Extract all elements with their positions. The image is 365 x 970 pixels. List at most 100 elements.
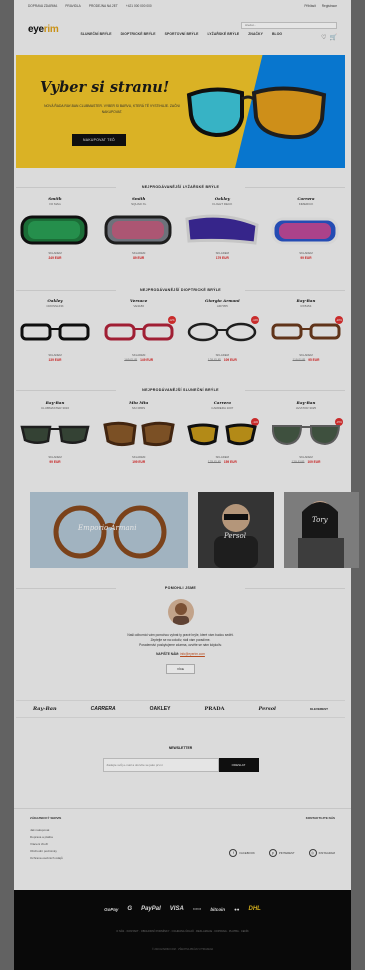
topbar-store[interactable]: PRODEJNA NA 2ET bbox=[89, 4, 118, 8]
product-model: AR7055 bbox=[216, 304, 228, 308]
newsletter-submit-button[interactable]: ODESLAT bbox=[218, 758, 259, 772]
product-model: VE3186 bbox=[133, 304, 144, 308]
newsletter-form: Zadejte svůj e-mail a dozvíte se jako pr… bbox=[16, 758, 345, 772]
banner-woman-image bbox=[298, 501, 344, 568]
footer-bottom-links[interactable]: O NÁS · KONTAKT · OBCHODNÍ PODMÍNKY · OC… bbox=[14, 930, 351, 933]
product-model: I/O MAG bbox=[49, 202, 61, 206]
brand-logo-prada[interactable]: PRADA bbox=[204, 706, 224, 712]
product-brand: Carrera bbox=[213, 400, 231, 405]
logo-accent: rim bbox=[43, 23, 59, 35]
social-pinterest[interactable]: p PINTEREST bbox=[268, 849, 295, 857]
product-card[interactable]: Oakley FLIGHT DECK SKLADEM 179 EUR bbox=[183, 196, 261, 260]
product-card[interactable]: Smith SQUAD XL SKLADEM 89 EUR bbox=[100, 196, 178, 260]
card-logo: ▭▭ bbox=[192, 906, 202, 911]
product-model: MU 08RS bbox=[132, 406, 146, 410]
product-availability: SKLADEM bbox=[215, 455, 229, 459]
newsletter-email-input[interactable]: Zadejte svůj e-mail a dozvíte se jako pr… bbox=[102, 758, 219, 772]
email-link[interactable]: info@eyerim.com bbox=[180, 652, 205, 656]
promo-banner-tory[interactable]: Tory bbox=[284, 492, 359, 568]
about-more-button[interactable]: VÍCE bbox=[165, 664, 195, 674]
mastercard-logo: ●● bbox=[234, 906, 240, 912]
product-image bbox=[16, 209, 94, 249]
logo[interactable]: eyerim bbox=[28, 23, 59, 35]
product-price: 249 EUR bbox=[48, 256, 62, 260]
logo-main: eye bbox=[28, 23, 44, 35]
brand-logo-carrera[interactable]: CARRERA bbox=[91, 706, 116, 712]
product-model: CROSSLINK bbox=[46, 304, 64, 308]
product-availability: SKLADEM bbox=[215, 353, 229, 357]
login-link[interactable]: Přihlásit bbox=[304, 4, 315, 8]
product-card[interactable]: -12% Versace VE3186 SKLADEM 169 EUR 149 E… bbox=[100, 298, 178, 362]
hero-cta-button[interactable]: NAKUPOVAT TEĎ bbox=[72, 134, 126, 146]
pinterest-icon: p bbox=[268, 849, 277, 857]
social-instagram[interactable]: ◎ INSTAGRAM bbox=[308, 849, 335, 857]
product-image bbox=[100, 209, 178, 249]
social-label: FACEBOOK bbox=[239, 851, 255, 855]
footer-col-title: KONTAKTUJTE NÁS bbox=[305, 816, 335, 820]
footer-link[interactable]: Doprava a platba bbox=[30, 835, 335, 839]
brand-logo-persol[interactable]: Persol bbox=[258, 706, 276, 712]
product-card[interactable]: -20% Ray-Ban RX5154 SKLADEM 119 EUR 95 EU… bbox=[267, 298, 345, 362]
product-brand: Ray-Ban bbox=[296, 298, 316, 303]
brand-logo-rayban[interactable]: Ray-Ban bbox=[33, 706, 57, 712]
product-price: 99 EUR bbox=[300, 256, 312, 260]
product-image bbox=[267, 413, 345, 453]
topbar-shipping[interactable]: DOPRAVA ZDARMA bbox=[28, 4, 57, 8]
nav-sunglasses[interactable]: SLUNEČNÍ BRÝLE bbox=[80, 32, 111, 36]
search-input[interactable]: Hledat... bbox=[241, 22, 337, 29]
product-card[interactable]: -16% Giorgio Armani AR7055 SKLADEM 129 E… bbox=[183, 298, 261, 362]
product-image bbox=[183, 413, 261, 453]
social-facebook[interactable]: f FACEBOOK bbox=[229, 849, 255, 857]
optical-products-row: Oakley CROSSLINK SKLADEM 139 EUR -12% Ve… bbox=[16, 298, 345, 362]
google-pay-logo: G bbox=[127, 906, 133, 912]
product-image bbox=[16, 311, 94, 351]
product-brand: Miu Miu bbox=[129, 400, 149, 405]
nav-sport[interactable]: SPORTOVNÍ BRÝLE bbox=[165, 32, 199, 36]
dhl-logo: DHL bbox=[248, 906, 261, 912]
product-price: 169 EUR 149 EUR bbox=[124, 358, 154, 362]
footer-col-title: ZÁKAZNICKÝ SERVIS bbox=[30, 816, 62, 820]
product-card[interactable]: Miu Miu MU 08RS SKLADEM 199 EUR bbox=[100, 400, 178, 464]
product-image bbox=[183, 311, 261, 351]
social-label: INSTAGRAM bbox=[318, 851, 335, 855]
product-price: 139 EUR bbox=[48, 358, 62, 362]
gopay-logo: GoPay bbox=[104, 906, 119, 912]
nav-blog[interactable]: BLOG bbox=[272, 32, 282, 36]
brand-logo-kleverest[interactable]: KLEVEREST bbox=[310, 707, 328, 711]
product-card[interactable]: Ray-Ban CLUBMASTER 3016 SKLADEM 99 EUR bbox=[16, 400, 94, 464]
footer: ZÁKAZNICKÝ SERVIS KONTAKTUJTE NÁS Jak na… bbox=[14, 808, 351, 888]
hero-glasses-image bbox=[186, 86, 327, 140]
product-model: RX5154 bbox=[300, 304, 312, 308]
product-image bbox=[183, 209, 261, 249]
footer-link[interactable]: Vrácení zboží bbox=[30, 842, 335, 846]
footer-link[interactable]: Jak nakupovat bbox=[30, 828, 335, 832]
hero-banner[interactable]: Vyber si stranu! NOVÁ ŘADA RAY-BAN CLUBM… bbox=[16, 55, 345, 168]
topbar-rules[interactable]: PRAVIDLA bbox=[65, 4, 81, 8]
product-image bbox=[100, 311, 178, 351]
nav-optical[interactable]: DIOPTRICKÉ BRÝLE bbox=[121, 32, 156, 36]
cart-icon[interactable]: 🛒 bbox=[330, 34, 337, 41]
product-card[interactable]: Carrera KIMERICK SKLADEM 99 EUR bbox=[267, 196, 345, 260]
register-link[interactable]: Registrace bbox=[322, 4, 337, 8]
product-card[interactable]: Oakley CROSSLINK SKLADEM 139 EUR bbox=[16, 298, 94, 362]
heart-icon[interactable]: ♡ bbox=[321, 34, 326, 41]
bitcoin-logo: bitcoin bbox=[210, 906, 226, 912]
hero-title: Vyber si stranu! bbox=[40, 79, 170, 96]
product-availability: SKLADEM bbox=[299, 353, 313, 357]
promo-banner-persol[interactable]: Persol bbox=[198, 492, 274, 568]
footer-bottom: GoPay G PayPal VISA ▭▭ bitcoin ●● DHL O … bbox=[14, 890, 351, 970]
banner-man-image bbox=[214, 504, 258, 568]
product-card[interactable]: Smith I/O MAG SKLADEM 249 EUR bbox=[16, 196, 94, 260]
instagram-icon: ◎ bbox=[308, 849, 317, 857]
product-card[interactable]: -15% Ray-Ban AVIATOR 3025 SKLADEM 129 EU… bbox=[267, 400, 345, 464]
brand-logo-oakley[interactable]: OAKLEY bbox=[150, 706, 171, 712]
product-brand: Versace bbox=[130, 298, 148, 303]
nav-brands[interactable]: ZNAČKY bbox=[248, 32, 263, 36]
promo-banner-armani[interactable]: Emporio Armani bbox=[30, 492, 188, 568]
visa-logo: VISA bbox=[169, 906, 184, 912]
product-card[interactable]: -11% Carrera CARRERA 1007 SKLADEM 179 EU… bbox=[183, 400, 261, 464]
topbar-phone[interactable]: +421 000 000 000 bbox=[126, 4, 152, 8]
banner-caption: Emporio Armani bbox=[78, 524, 137, 532]
nav-ski[interactable]: LYŽAŘSKÉ BRÝLE bbox=[207, 32, 239, 36]
payment-logos: GoPay G PayPal VISA ▭▭ bitcoin ●● DHL bbox=[14, 906, 351, 912]
